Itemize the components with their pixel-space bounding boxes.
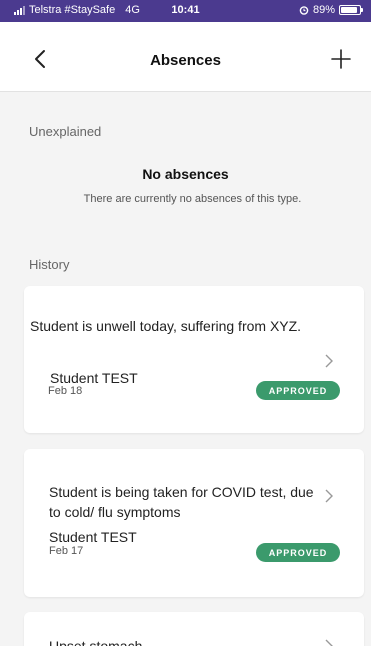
absence-card[interactable]: Upset stomach [24,612,364,646]
battery-icon [339,5,363,15]
status-right: 89% [299,4,363,16]
absence-reason: Student is unwell today, suffering from … [30,318,302,334]
chevron-right-icon [325,354,333,368]
absence-card[interactable]: Student is unwell today, suffering from … [24,286,364,433]
battery-fill [341,7,358,13]
section-label-history: History [29,257,70,272]
absence-reason: Upset stomach [49,638,143,646]
status-badge: APPROVED [256,381,340,400]
student-name: Student TEST [49,529,137,545]
chevron-right-icon [325,639,333,646]
battery-label: 89% [312,4,335,16]
alarm-icon [299,6,309,15]
status-bar: Telstra #StaySafe 4G 10:41 89% [0,0,371,22]
empty-state-title: No absences [142,166,229,182]
absence-reason: Student is being taken for COVID test, d… [49,484,314,520]
absence-card[interactable]: Student is being taken for COVID test, d… [24,449,364,597]
student-name: Student TEST [50,370,138,386]
status-badge: APPROVED [256,543,340,562]
absence-date: Feb 18 [48,385,83,397]
nav-bar: Absences [0,22,371,92]
chevron-right-icon [325,489,333,503]
section-label-unexplained: Unexplained [29,124,102,139]
absence-date: Feb 17 [49,545,84,557]
page-title: Absences [150,52,221,69]
empty-state-description: There are currently no absences of this … [83,193,302,205]
plus-icon[interactable] [329,44,353,74]
